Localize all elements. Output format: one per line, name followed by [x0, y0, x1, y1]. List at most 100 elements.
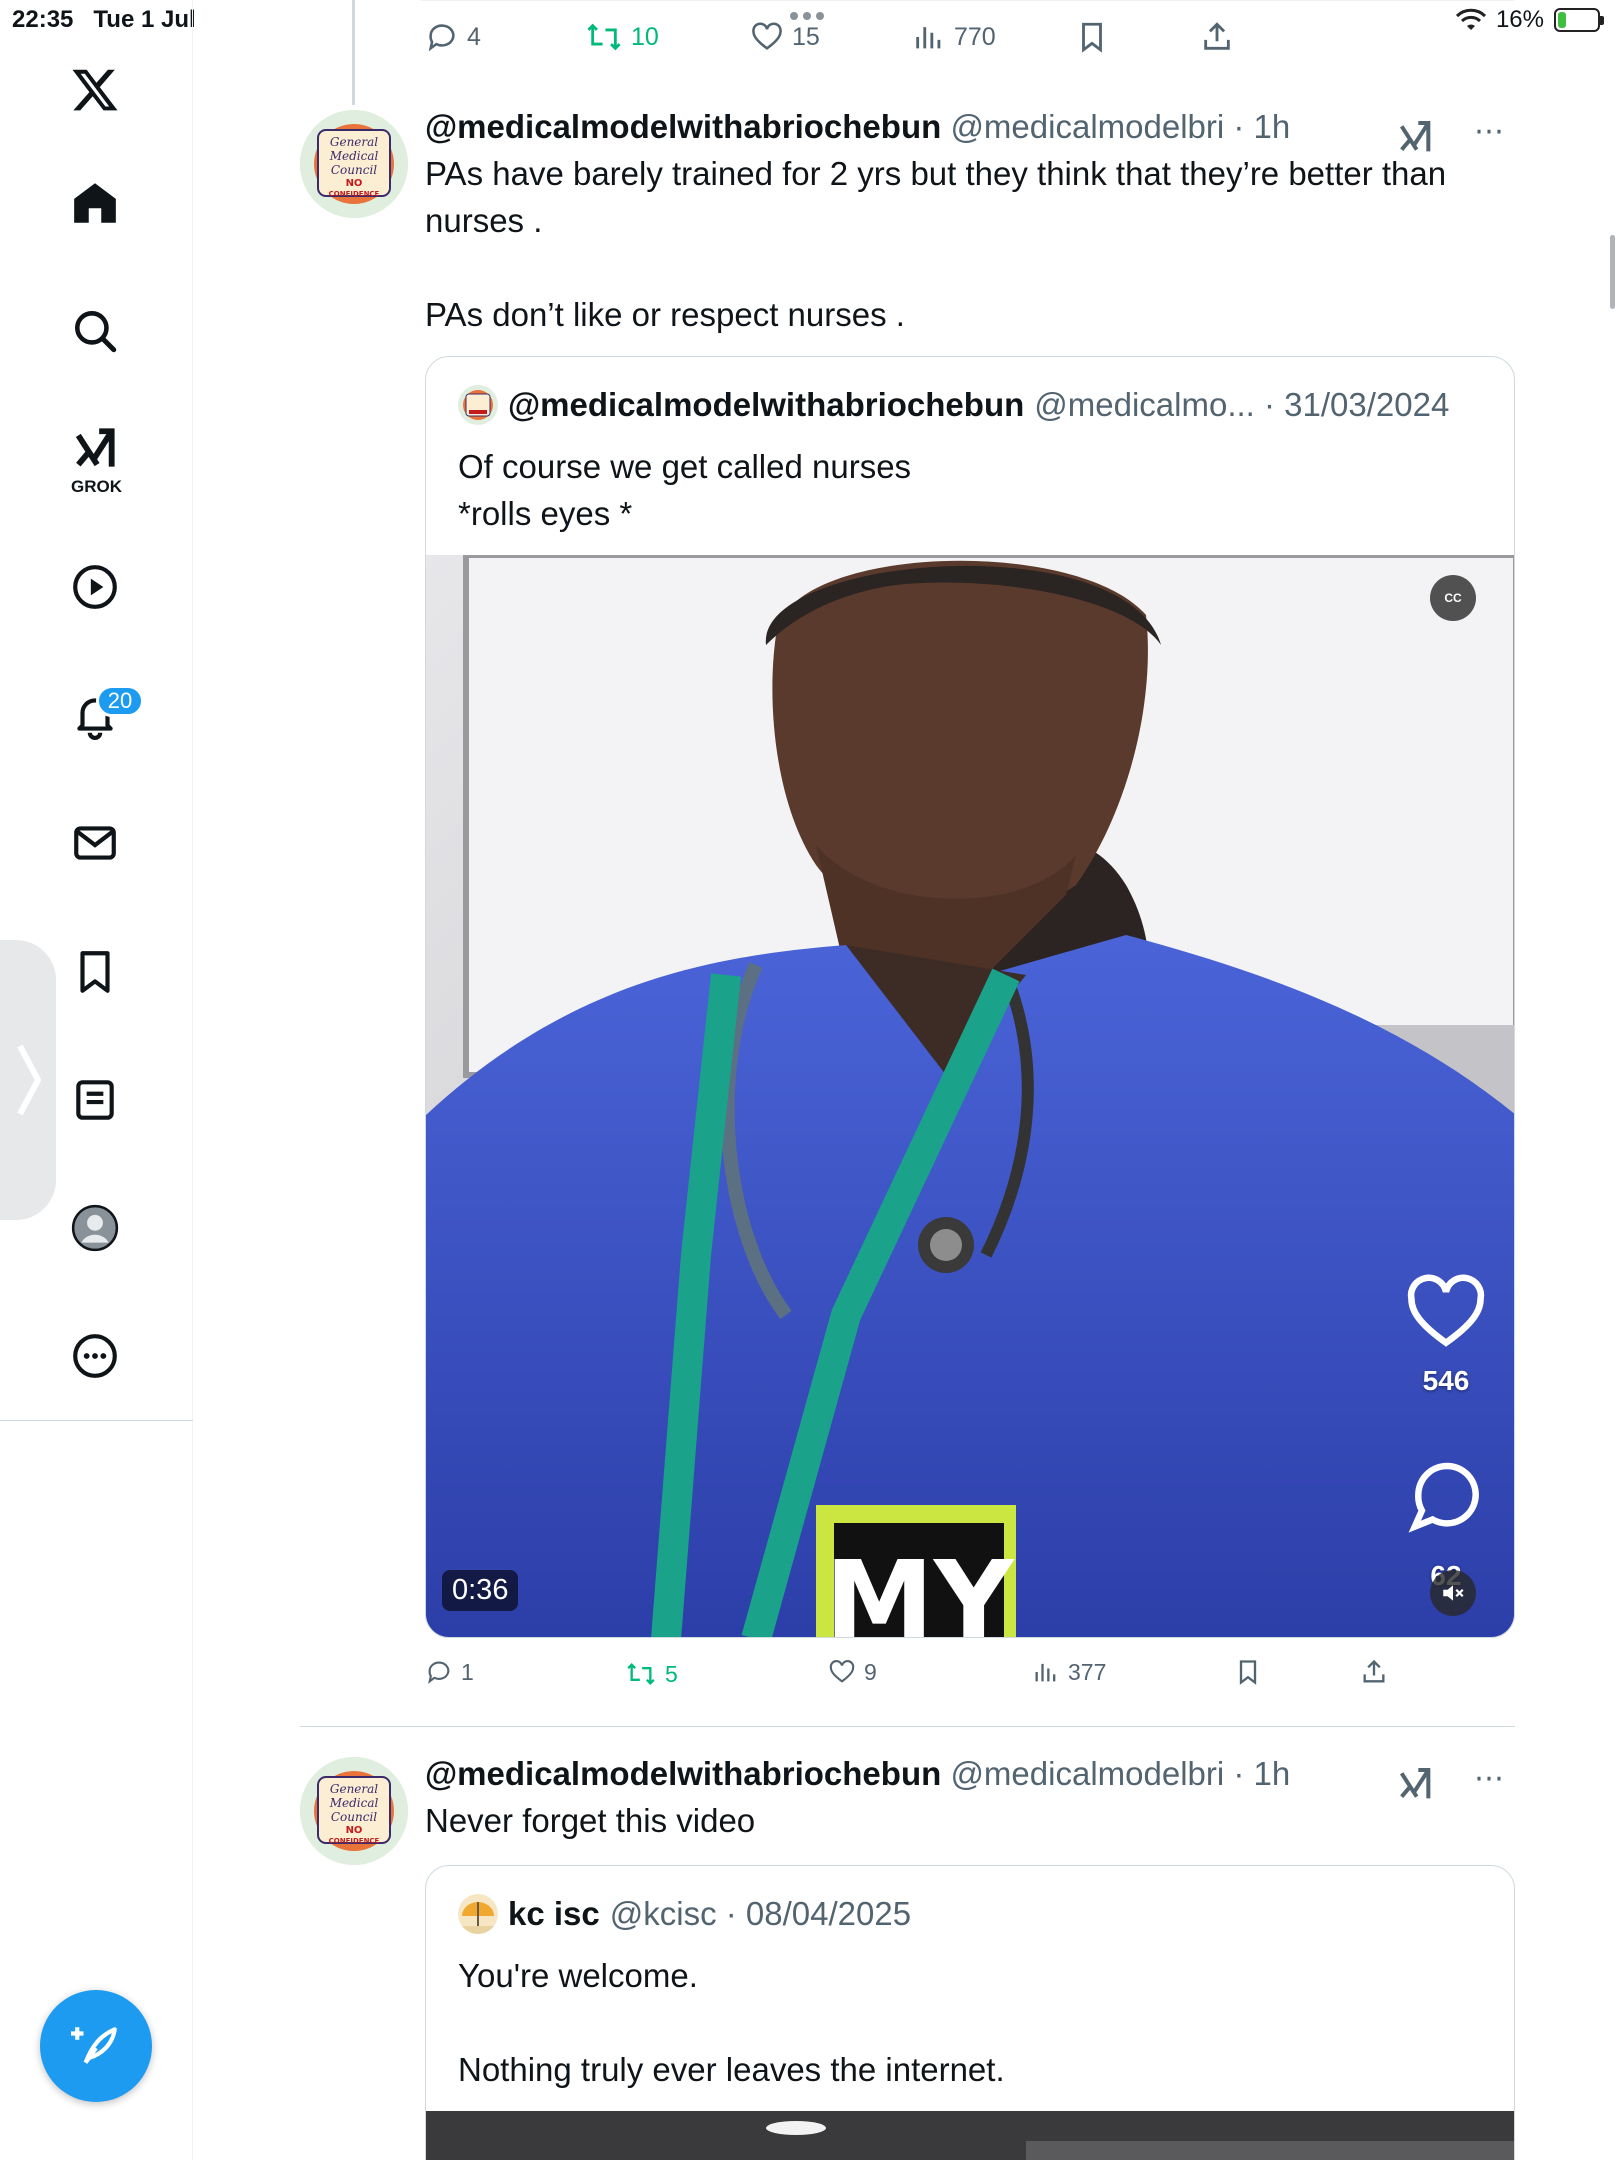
share-action[interactable]	[1360, 1658, 1388, 1686]
overlay-comment-icon	[1408, 1462, 1479, 1533]
heart-icon	[752, 22, 782, 50]
like-action[interactable]: 15	[750, 20, 820, 54]
sidebar-divider	[0, 1420, 193, 1421]
quoted-tweet[interactable]: @medicalmodelwithabriochebun @medicalmo.…	[425, 356, 1515, 1638]
x-logo-icon[interactable]	[55, 50, 135, 130]
bookmark-action[interactable]	[1234, 1658, 1262, 1686]
quote-header: kc isc @kcisc · 08/04/2025	[458, 1894, 911, 1934]
avatar	[458, 1894, 498, 1934]
list-icon[interactable]	[55, 1060, 135, 1140]
wifi-icon	[1455, 8, 1486, 30]
quote-header: @medicalmodelwithabriochebun @medicalmo.…	[458, 385, 1449, 425]
quote-text: Of course we get called nurses *rolls ey…	[458, 448, 912, 532]
video-play-icon[interactable]	[55, 547, 135, 627]
views-chart-icon	[916, 27, 941, 49]
gmc-logo-avatar: General Medical Council NO CONFIDENCE	[300, 110, 408, 218]
grok-label: GROK	[71, 477, 122, 496]
mail-icon[interactable]	[55, 803, 135, 883]
mute-button[interactable]	[1430, 1570, 1476, 1616]
tweet-divider	[300, 1726, 1515, 1727]
video-background	[1026, 2141, 1514, 2160]
tweet-text: PAs have barely trained for 2 yrs but th…	[425, 155, 1447, 333]
retweet-count: 5	[665, 1660, 678, 1687]
more-options-icon[interactable]: ⋯	[1474, 114, 1505, 149]
svg-text:NO: NO	[346, 178, 363, 189]
more-circle-icon[interactable]	[55, 1316, 135, 1396]
svg-text:CONFIDENCE: CONFIDENCE	[329, 1837, 380, 1845]
more-options-icon[interactable]: ⋯	[1474, 1761, 1505, 1796]
handle-and-time: @medicalmo... · 31/03/2024	[1034, 386, 1450, 423]
svg-text:CONFIDENCE: CONFIDENCE	[329, 190, 380, 198]
closed-captions-button[interactable]: CC	[1430, 575, 1476, 621]
video-player[interactable]	[426, 2111, 1514, 2160]
bookmark-icon	[1239, 1660, 1257, 1685]
scrollbar-thumb[interactable]	[1610, 235, 1615, 309]
profile-icon[interactable]	[55, 1188, 135, 1268]
handle-and-time: @medicalmodelbri · 1h	[950, 108, 1291, 145]
bookmark-action[interactable]	[1075, 20, 1109, 54]
reply-action[interactable]: 4	[425, 20, 481, 54]
battery-icon	[1554, 8, 1604, 32]
views-count: 377	[1068, 1658, 1107, 1685]
svg-text:Medical: Medical	[329, 149, 379, 163]
tweet-header: @medicalmodelwithabriochebun @medicalmod…	[425, 1755, 1290, 1793]
display-name: @medicalmodelwithabriochebun	[508, 386, 1025, 423]
tweet-header: @medicalmodelwithabriochebun @medicalmod…	[425, 108, 1290, 146]
quote-text: You're welcome. Nothing truly ever leave…	[458, 1957, 1005, 2088]
sidebar-expand-handle[interactable]	[0, 940, 56, 1220]
share-action[interactable]	[1200, 20, 1234, 54]
views-action[interactable]: 770	[912, 20, 996, 54]
reply-icon	[428, 1661, 450, 1684]
gmc-logo-avatar: General Medical Council NO CONFIDENCE	[300, 1757, 408, 1865]
like-count: 15	[792, 22, 820, 51]
display-name[interactable]: @medicalmodelwithabriochebun	[425, 1755, 941, 1792]
display-name: kc isc	[508, 1895, 600, 1932]
reply-count: 1	[461, 1658, 474, 1685]
ceiling-light	[766, 2121, 826, 2135]
bookmark-icon[interactable]	[55, 932, 135, 1012]
views-chart-icon	[1035, 1663, 1056, 1682]
video-thumbnail: MY	[426, 555, 1514, 1638]
views-count: 770	[954, 22, 996, 51]
avatar[interactable]: General Medical Council NO CONFIDENCE	[300, 1757, 408, 1865]
home-icon[interactable]	[55, 163, 135, 243]
beach-umbrella-avatar	[458, 1894, 498, 1934]
avatar	[458, 385, 498, 425]
compose-button[interactable]	[40, 1990, 152, 2102]
display-name[interactable]: @medicalmodelwithabriochebun	[425, 108, 941, 145]
views-action[interactable]: 377	[1032, 1658, 1106, 1686]
thread-line	[352, 0, 355, 105]
quoted-tweet[interactable]: kc isc @kcisc · 08/04/2025 You're welcom…	[425, 1865, 1515, 2160]
notification-badge: 20	[96, 685, 144, 717]
status-indicators: 16%	[1455, 6, 1604, 34]
chevron-right-icon	[17, 1044, 42, 1116]
battery-percent: 16%	[1495, 6, 1544, 33]
loading-dots-icon	[790, 12, 824, 20]
svg-text:General: General	[330, 135, 378, 149]
avatar[interactable]: General Medical Council NO CONFIDENCE	[300, 110, 408, 218]
handle-and-time: @kcisc · 08/04/2025	[609, 1895, 912, 1932]
svg-text:Council: Council	[331, 1810, 377, 1824]
battery-level	[1558, 12, 1566, 28]
share-icon	[1363, 1659, 1385, 1683]
video-player[interactable]: MY CC 546 62 0:36	[426, 555, 1514, 1638]
svg-text:NO: NO	[346, 1825, 363, 1836]
retweet-action[interactable]: 10	[585, 20, 659, 54]
svg-text:Medical: Medical	[329, 1796, 379, 1810]
reply-icon	[428, 24, 455, 52]
share-icon	[1204, 22, 1230, 50]
gmc-logo-avatar	[458, 385, 498, 425]
search-icon[interactable]	[55, 291, 135, 371]
reply-count: 4	[467, 22, 481, 51]
tweet-text: Never forget this video	[425, 1802, 756, 1839]
retweet-action[interactable]: 5	[625, 1660, 678, 1688]
overlay-heart-icon	[1407, 1274, 1485, 1347]
bookmark-icon	[1082, 22, 1102, 53]
handle-and-time: @medicalmodelbri · 1h	[950, 1755, 1291, 1792]
muted-speaker-icon	[1443, 1585, 1464, 1601]
svg-text:MY: MY	[824, 1537, 1014, 1638]
retweet-icon	[627, 1663, 655, 1685]
like-action[interactable]: 9	[828, 1658, 877, 1686]
retweet-count: 10	[631, 22, 659, 51]
reply-action[interactable]: 1	[425, 1658, 474, 1686]
